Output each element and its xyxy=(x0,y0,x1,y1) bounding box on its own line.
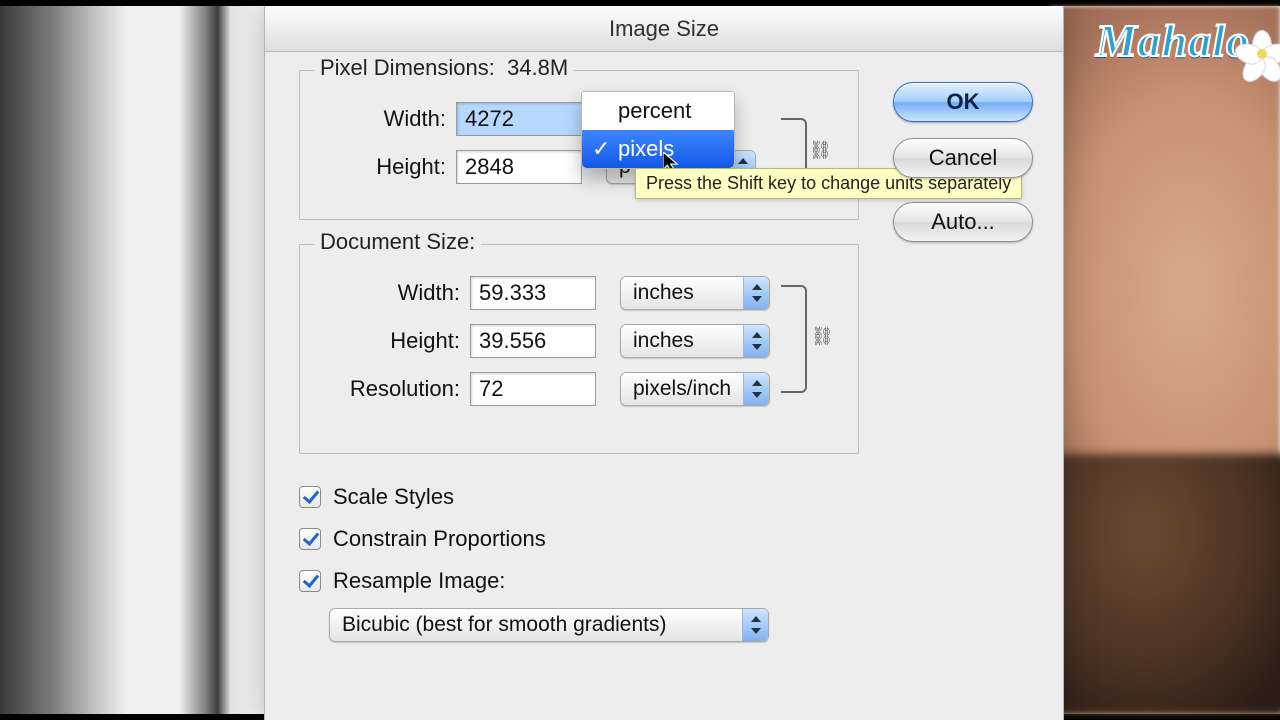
menu-item-percent[interactable]: percent xyxy=(582,92,734,130)
doc-width-input[interactable] xyxy=(470,276,596,310)
document-size-legend: Document Size: xyxy=(314,229,481,255)
px-width-label: Width: xyxy=(322,106,456,132)
constrain-proportions-checkbox[interactable] xyxy=(299,528,321,550)
chain-link-icon: ⛓ xyxy=(811,326,834,347)
doc-width-label: Width: xyxy=(322,280,470,306)
link-bracket-icon xyxy=(781,285,807,393)
constrain-proportions-label: Constrain Proportions xyxy=(333,526,546,552)
document-size-group: Document Size: Width: inches Height: inc… xyxy=(299,244,859,454)
resolution-input[interactable] xyxy=(470,372,596,406)
ok-button[interactable]: OK xyxy=(893,82,1033,122)
screen: Mahalo Image Size Pixel Dimensions: 34.8… xyxy=(0,0,1280,720)
resample-image-checkbox[interactable] xyxy=(299,570,321,592)
cancel-button[interactable]: Cancel xyxy=(893,138,1033,178)
brand-logo: Mahalo xyxy=(1096,18,1250,64)
px-height-label: Height: xyxy=(322,154,456,180)
resolution-unit-select[interactable]: pixels/inch xyxy=(620,372,770,406)
scale-styles-checkbox[interactable] xyxy=(299,486,321,508)
doc-height-label: Height: xyxy=(322,328,470,354)
dialog-title: Image Size xyxy=(265,6,1063,52)
resolution-label: Resolution: xyxy=(322,376,470,402)
unit-dropdown-menu[interactable]: percent ✓ pixels xyxy=(581,91,735,169)
background-photo xyxy=(1050,6,1280,714)
menu-item-pixels[interactable]: ✓ pixels xyxy=(582,130,734,168)
auto-button[interactable]: Auto... xyxy=(893,202,1033,242)
resample-method-row: Bicubic (best for smooth gradients) xyxy=(329,608,769,642)
pixel-dimensions-legend: Pixel Dimensions: 34.8M xyxy=(314,55,574,81)
doc-width-unit-select[interactable]: inches xyxy=(620,276,770,310)
doc-height-input[interactable] xyxy=(470,324,596,358)
image-size-dialog: Image Size Pixel Dimensions: 34.8M Width… xyxy=(264,6,1064,720)
plumeria-icon xyxy=(1238,30,1280,78)
doc-height-unit-select[interactable]: inches xyxy=(620,324,770,358)
px-width-input[interactable] xyxy=(456,102,582,136)
px-height-input[interactable] xyxy=(456,150,582,184)
chain-link-icon: ⛓ xyxy=(809,140,832,161)
checkmark-icon: ✓ xyxy=(592,136,610,162)
file-size-value: 34.8M xyxy=(507,55,568,80)
scale-styles-label: Scale Styles xyxy=(333,484,454,510)
options-checkboxes: Scale Styles Constrain Proportions Resam… xyxy=(299,476,546,602)
resample-method-select[interactable]: Bicubic (best for smooth gradients) xyxy=(329,608,769,642)
resample-image-label: Resample Image: xyxy=(333,568,505,594)
